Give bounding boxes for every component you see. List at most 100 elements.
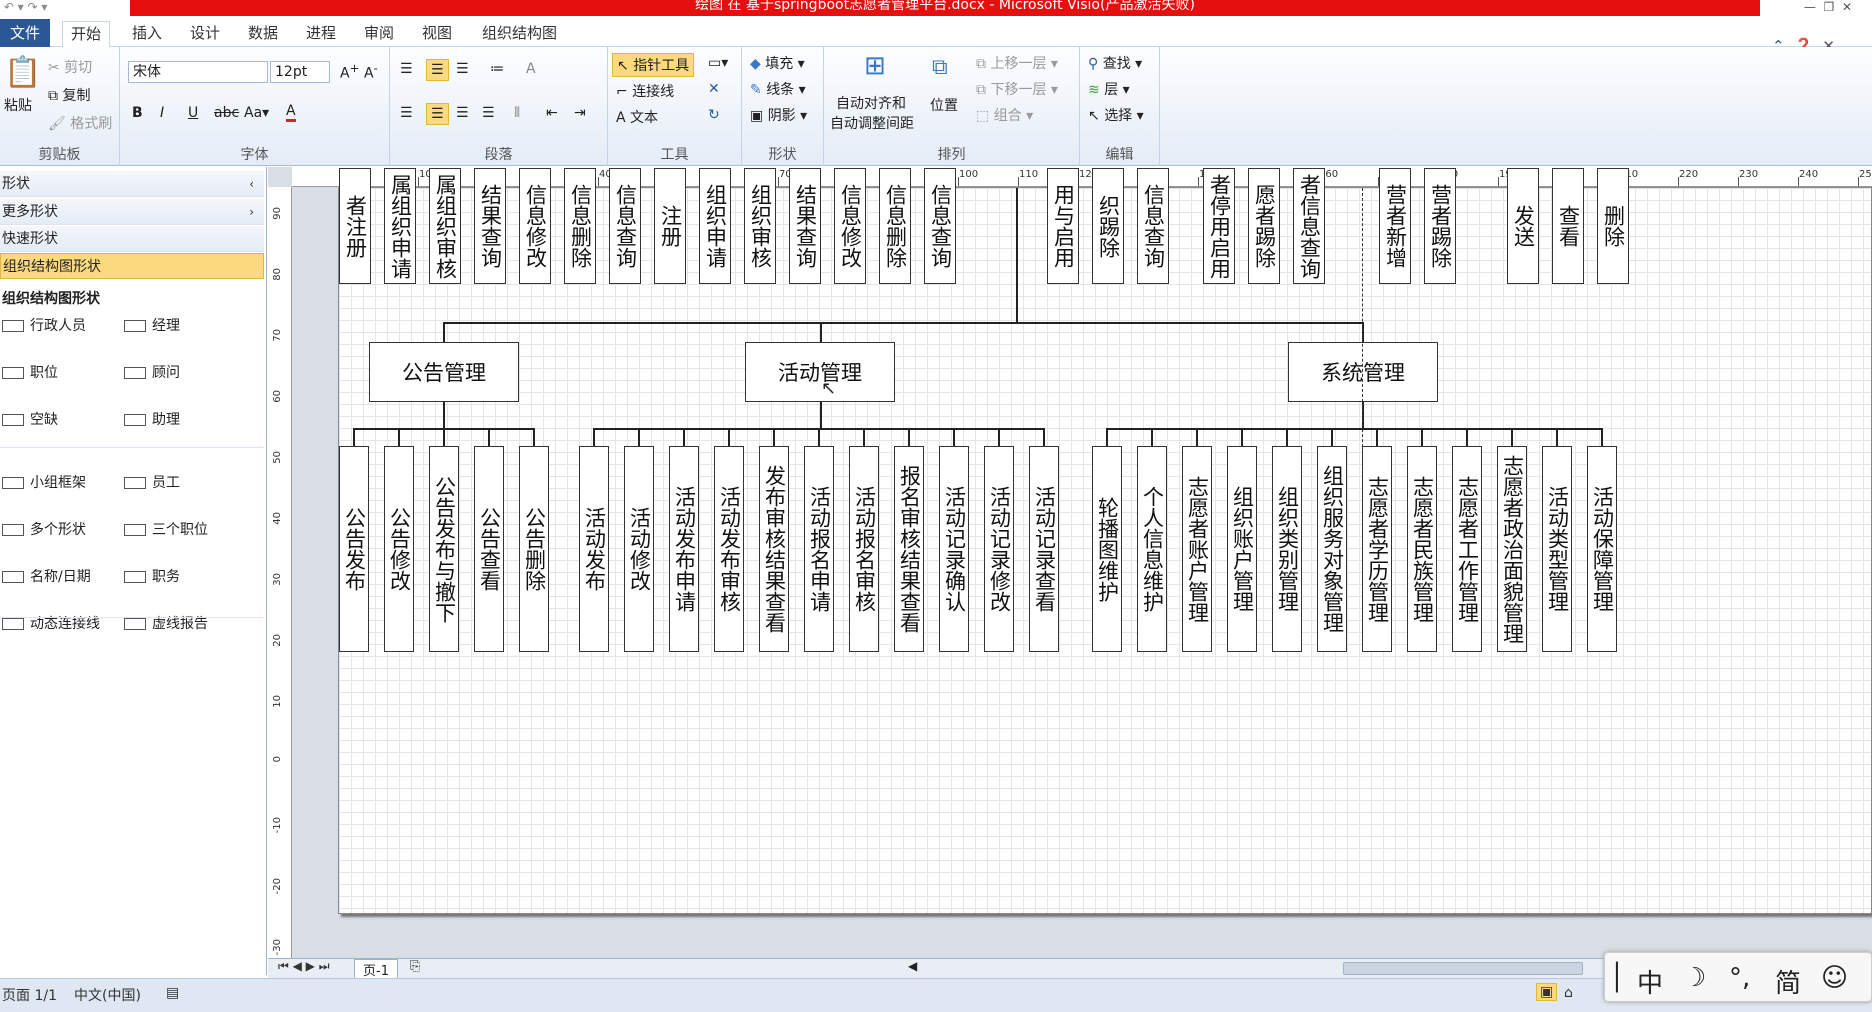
shape-multiple-shapes[interactable]: 多个形状: [2, 519, 86, 539]
activity-child-node[interactable]: 活动记录查看: [1029, 446, 1059, 652]
top-row-node[interactable]: 结果查询: [789, 168, 821, 284]
position-icon[interactable]: ⧉: [932, 55, 948, 80]
page-tab[interactable]: 页-1: [354, 959, 398, 980]
system-child-node[interactable]: 活动类型管理: [1542, 446, 1572, 652]
align-top-icon[interactable]: ☰: [400, 61, 413, 77]
ime-emoji-icon[interactable]: ☺: [1821, 963, 1848, 993]
shadow-button[interactable]: ▣ 阴影 ▾: [750, 105, 807, 125]
underline-icon[interactable]: U: [188, 105, 198, 121]
top-row-node[interactable]: 信息查询: [1137, 168, 1169, 284]
connector-button[interactable]: ⌐ 连接线: [616, 81, 674, 101]
announcement-management-node[interactable]: 公告管理: [369, 342, 519, 402]
activity-child-node[interactable]: 活动报名申请: [804, 446, 834, 652]
shape-manager[interactable]: 经理: [124, 315, 180, 335]
align-center-icon[interactable]: ☰: [426, 103, 449, 125]
auto-align-label[interactable]: 自动对齐和: [836, 93, 906, 113]
drawing-area[interactable]: 0102030405060708090100110120130140150160…: [268, 167, 1872, 958]
system-child-node[interactable]: 志愿者账户管理: [1182, 446, 1212, 652]
font-name-combo[interactable]: 宋体: [128, 61, 268, 83]
top-row-node[interactable]: 织踢除: [1092, 168, 1124, 284]
auto-space-label[interactable]: 自动调整间距: [830, 113, 914, 133]
distribute-icon[interactable]: ⦀: [514, 105, 520, 121]
rectangle-tool-icon[interactable]: ▭▾: [708, 55, 728, 71]
top-row-node[interactable]: 信息查询: [924, 168, 956, 284]
format-painter-button[interactable]: 🖌 格式刷: [48, 113, 112, 133]
shape-team-frame[interactable]: 小组框架: [2, 472, 86, 492]
select-button[interactable]: ↖ 选择 ▾: [1088, 105, 1144, 125]
top-row-node[interactable]: 愿者踢除: [1248, 168, 1280, 284]
quick-shapes[interactable]: 快速形状: [0, 226, 264, 252]
announcement-child-node[interactable]: 公告发布与撤下: [429, 446, 459, 652]
insert-page-icon[interactable]: ⎘: [410, 959, 420, 974]
normal-view-icon[interactable]: ▣: [1536, 983, 1558, 1001]
tab-design[interactable]: 设计: [182, 21, 228, 47]
decrease-indent-icon[interactable]: ⇤: [546, 105, 558, 121]
shape-vacancy[interactable]: 空缺: [2, 409, 58, 429]
top-row-node[interactable]: 信息修改: [519, 168, 551, 284]
top-row-node[interactable]: 信息修改: [834, 168, 866, 284]
org-chart-shapes-stencil[interactable]: 组织结构图形状: [0, 253, 264, 279]
top-row-node[interactable]: 信息查询: [609, 168, 641, 284]
font-size-combo[interactable]: 12pt: [270, 61, 330, 83]
top-row-node[interactable]: 组织审核: [744, 168, 776, 284]
group-button[interactable]: ⬚ 组合 ▾: [976, 105, 1033, 125]
announcement-child-node[interactable]: 公告查看: [474, 446, 504, 652]
shape-staff[interactable]: 员工: [124, 472, 180, 492]
shape-executive[interactable]: 行政人员: [2, 315, 86, 335]
more-shapes[interactable]: 更多形状 ›: [0, 199, 264, 225]
system-child-node[interactable]: 志愿者民族管理: [1407, 446, 1437, 652]
top-row-node[interactable]: 属组织申请: [384, 168, 416, 284]
shape-consultant[interactable]: 顾问: [124, 362, 180, 382]
italic-icon[interactable]: I: [160, 105, 164, 121]
activity-child-node[interactable]: 活动记录确认: [939, 446, 969, 652]
bold-icon[interactable]: B: [132, 105, 143, 121]
shape-name-date[interactable]: 名称/日期: [2, 566, 91, 586]
align-middle-icon[interactable]: ☰: [426, 59, 449, 81]
top-row-node[interactable]: 营者踢除: [1424, 168, 1456, 284]
macro-icon[interactable]: ▤: [166, 985, 179, 1001]
system-child-node[interactable]: 活动保障管理: [1587, 446, 1617, 652]
announcement-child-node[interactable]: 公告修改: [384, 446, 414, 652]
shape-title[interactable]: 职务: [124, 566, 180, 586]
activity-child-node[interactable]: 发布审核结果查看: [759, 446, 789, 652]
top-row-node[interactable]: 信息删除: [879, 168, 911, 284]
change-case-icon[interactable]: Aa▾: [244, 105, 269, 121]
tab-org-chart[interactable]: 组织结构图: [474, 21, 565, 47]
activity-child-node[interactable]: 活动修改: [624, 446, 654, 652]
system-child-node[interactable]: 志愿者政治面貌管理: [1497, 446, 1527, 652]
tab-data[interactable]: 数据: [240, 21, 286, 47]
tab-process[interactable]: 进程: [298, 21, 344, 47]
auto-align-icon[interactable]: ⊞: [864, 51, 886, 81]
activity-child-node[interactable]: 活动发布: [579, 446, 609, 652]
top-row-node[interactable]: 者停用启用: [1203, 168, 1235, 284]
drawing-page[interactable]: 者注册 属组织申请 属组织审核 结果查询 信息修改 信息删除 信息查询 注册 组织申请 组织审核结…: [338, 168, 1872, 914]
align-right-icon[interactable]: ☰: [456, 105, 469, 121]
page-nav-arrows[interactable]: ⏮ ◀ ▶ ⏭: [278, 959, 330, 974]
bullets-icon[interactable]: ≔: [490, 61, 504, 77]
align-bottom-icon[interactable]: ☰: [456, 61, 469, 77]
system-child-node[interactable]: 组织类别管理: [1272, 446, 1302, 652]
shape-position[interactable]: 职位: [2, 362, 58, 382]
announcement-child-node[interactable]: 公告发布: [339, 446, 369, 652]
hscroll-left-icon[interactable]: ◀: [908, 959, 917, 973]
system-child-node[interactable]: 志愿者工作管理: [1452, 446, 1482, 652]
shape-three-positions[interactable]: 三个职位: [124, 519, 208, 539]
top-row-node[interactable]: 组织申请: [699, 168, 731, 284]
top-row-node[interactable]: 查看: [1552, 168, 1584, 284]
tab-home[interactable]: 开始: [62, 21, 111, 48]
activity-child-node[interactable]: 活动记录修改: [984, 446, 1014, 652]
find-button[interactable]: ⚲ 查找 ▾: [1088, 53, 1142, 73]
activity-child-node[interactable]: 活动发布申请: [669, 446, 699, 652]
top-row-node[interactable]: 用与启用: [1047, 168, 1079, 284]
activity-child-node[interactable]: 活动发布审核: [714, 446, 744, 652]
font-color-icon[interactable]: A: [286, 103, 296, 122]
text-direction-icon[interactable]: A: [526, 61, 536, 77]
fill-button[interactable]: ◆ 填充 ▾: [750, 53, 805, 73]
layer-button[interactable]: ≋ 层 ▾: [1088, 79, 1130, 99]
activity-child-node[interactable]: 活动报名审核: [849, 446, 879, 652]
paste-icon[interactable]: 📋: [4, 55, 41, 90]
pointer-tool-button[interactable]: ↖ 指针工具: [612, 53, 695, 77]
ime-half-width-icon[interactable]: ☽: [1683, 963, 1706, 993]
top-row-node[interactable]: 发送: [1507, 168, 1539, 284]
line-button[interactable]: ✎ 线条 ▾: [750, 79, 806, 99]
